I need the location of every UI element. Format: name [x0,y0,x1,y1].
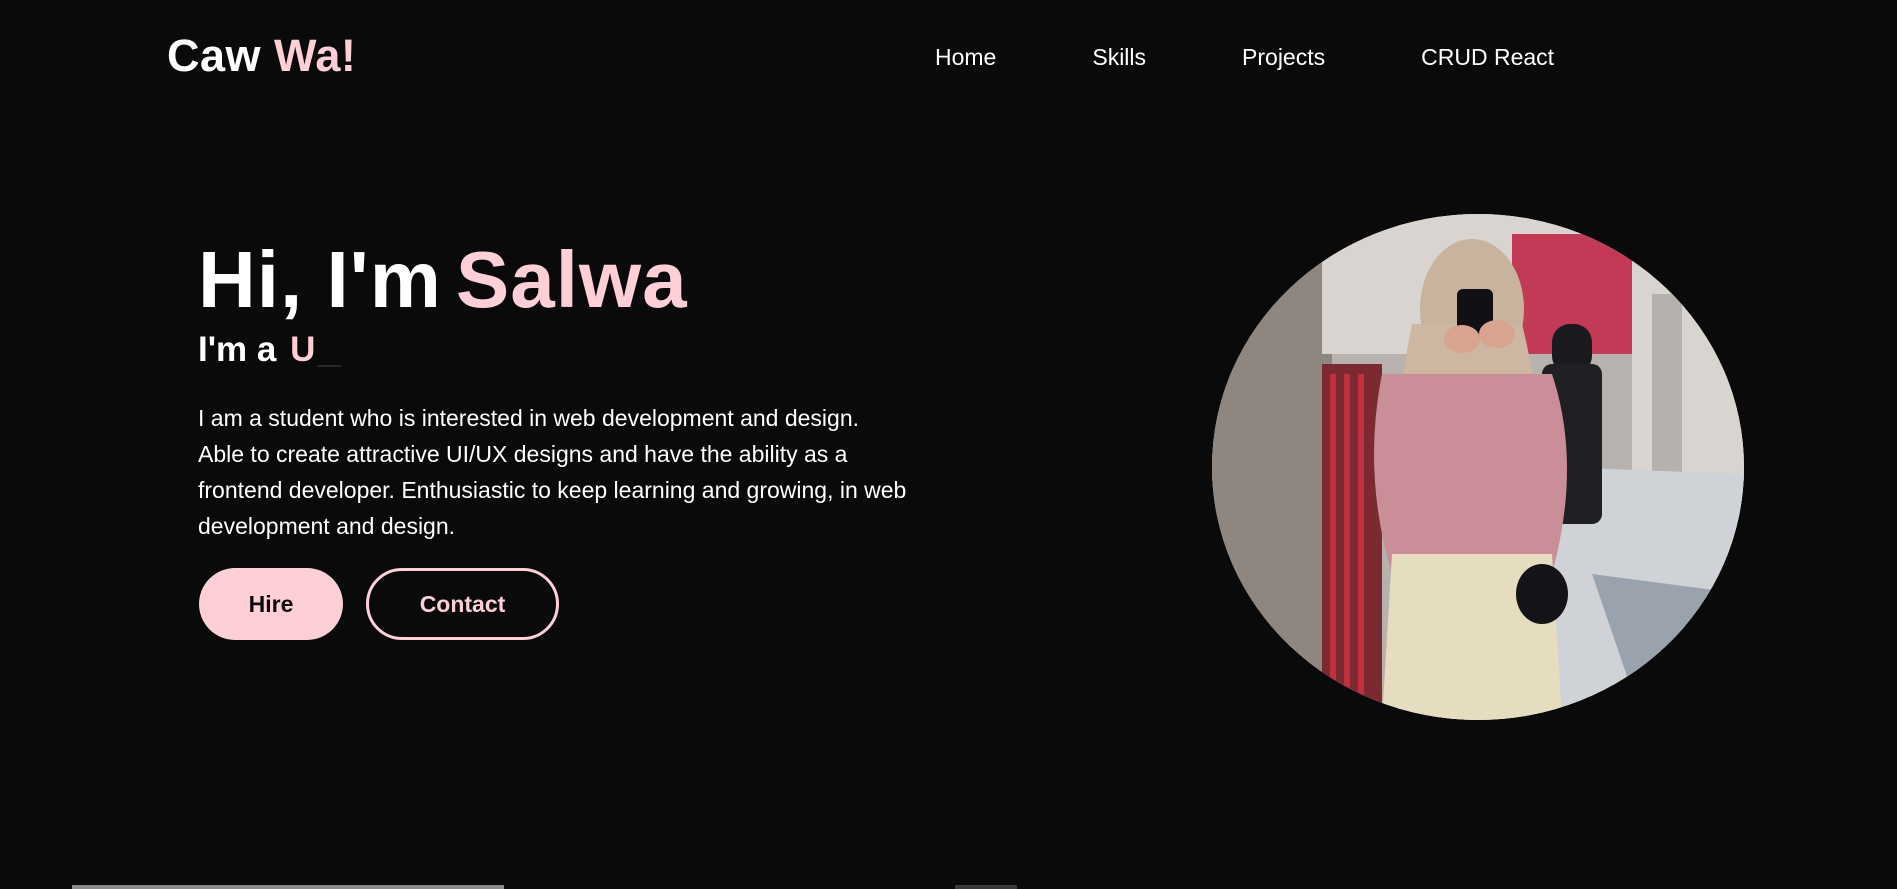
scroll-indicator-right [955,885,1017,889]
main-nav: Home Skills Projects CRUD React [935,44,1554,71]
profile-photo [1212,214,1744,720]
nav-item-crud-react[interactable]: CRUD React [1421,44,1554,71]
hero-greeting: Hi, I'm [198,235,442,324]
hero-subtitle-typed: U [290,330,316,369]
profile-photo-illustration [1212,214,1744,720]
nav-item-skills[interactable]: Skills [1092,44,1146,71]
hero-subtitle-prefix: I'm a [198,330,277,369]
typing-cursor [317,365,342,367]
scroll-indicator-left [72,885,504,889]
site-logo[interactable]: Caw Wa! [167,30,356,82]
hero-title: Hi, I'm Salwa [198,240,688,320]
nav-item-home[interactable]: Home [935,44,996,71]
hire-button[interactable]: Hire [199,568,343,640]
nav-item-projects[interactable]: Projects [1242,44,1325,71]
logo-accent-text: Wa! [274,30,357,81]
hero-name: Salwa [455,235,688,324]
hero-description: I am a student who is interested in web … [198,405,907,539]
logo-main-text: Caw [167,30,262,81]
page: Caw Wa! Home Skills Projects CRUD React … [0,0,1897,889]
hero-subtitle: I'm a U [198,330,342,370]
contact-button[interactable]: Contact [366,568,559,640]
